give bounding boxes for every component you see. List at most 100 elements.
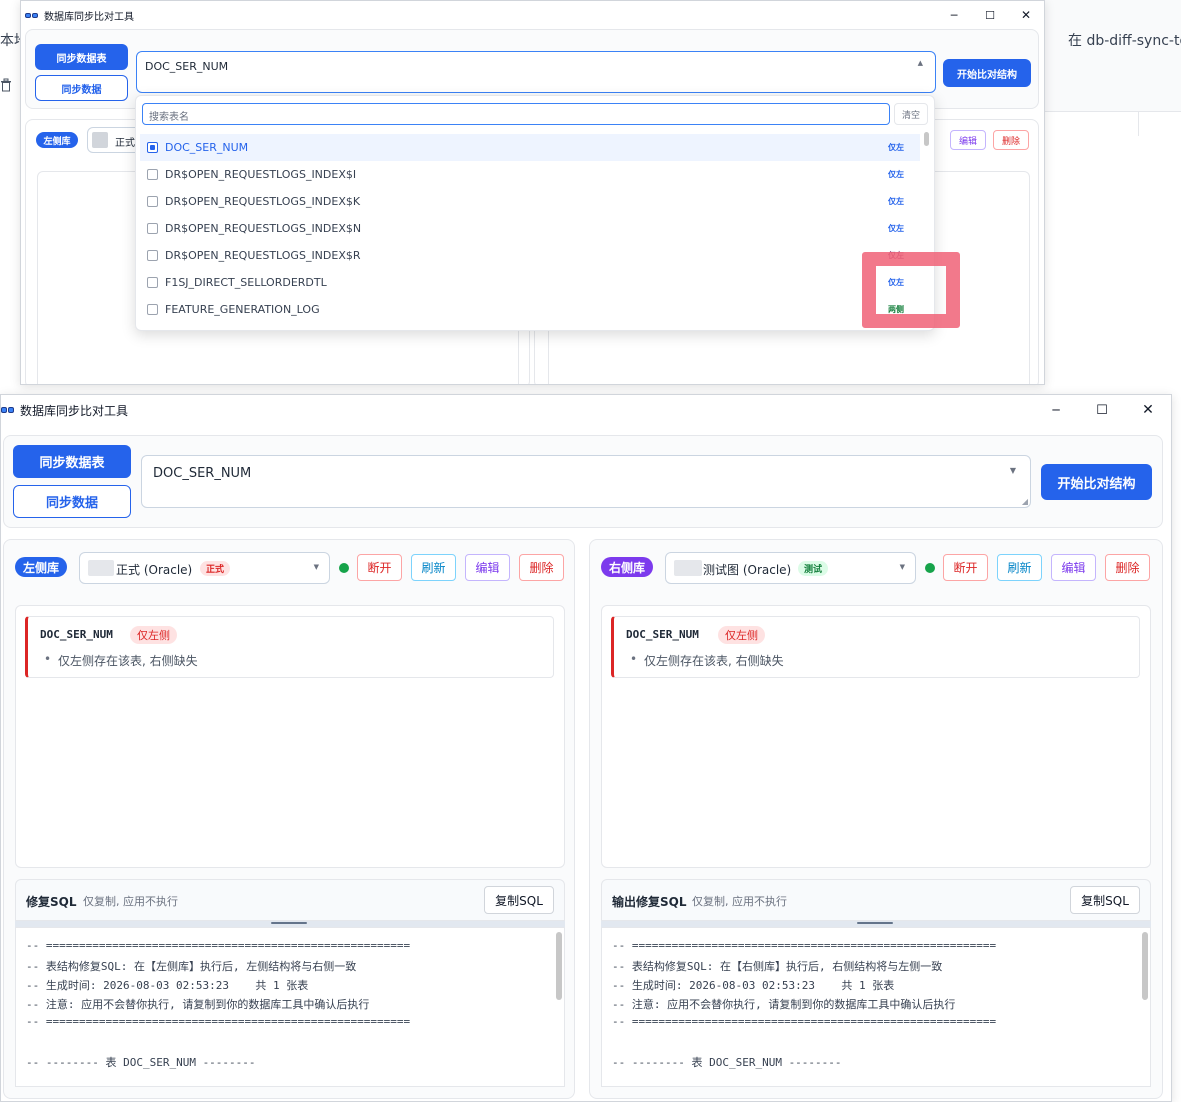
sync-data-button[interactable]: 同步数据 <box>35 75 128 101</box>
chevron-down-icon: ▼ <box>899 563 905 571</box>
left-db-pill: 左侧库 <box>36 132 78 148</box>
clear-button[interactable]: 清空 <box>894 103 928 125</box>
maximize-button[interactable]: ☐ <box>1079 395 1125 425</box>
trash-icon[interactable] <box>0 78 12 96</box>
diff-note: 仅左侧存在该表, 右侧缺失 <box>58 654 198 668</box>
bullet-icon: • <box>630 652 638 666</box>
disconnect-button[interactable]: 断开 <box>943 554 988 581</box>
table-option[interactable]: DR$OPEN_REQUESTLOGS_INDEX$I 仅左 <box>140 161 920 188</box>
sql-line: -- =====================================… <box>26 939 411 952</box>
window-main: 数据库同步比对工具 ─ ☐ ✕ 同步数据表 同步数据 DOC_SER_NUM ▼… <box>0 394 1172 1102</box>
minimize-button[interactable]: ─ <box>936 1 972 29</box>
sql-line: -- 表结构修复SQL: 在【右侧库】执行后, 右侧结构将与左侧一致 <box>612 960 943 973</box>
table-option-name: DR$OPEN_REQUESTLOGS_INDEX$I <box>165 168 357 181</box>
table-option-tag: 仅左 <box>888 143 904 152</box>
table-option[interactable]: FEATURE_GENERATION_LOG 两侧 <box>140 296 920 323</box>
delete-button[interactable]: 删除 <box>519 554 564 581</box>
delete-button[interactable]: 删除 <box>1105 554 1150 581</box>
app-logo-icon <box>25 12 38 18</box>
edit-button[interactable]: 编辑 <box>950 130 986 150</box>
sql-line: -- -------- 表 DOC_SER_NUM -------- <box>26 1056 256 1069</box>
table-option-name: DOC_SER_NUM <box>165 141 249 154</box>
table-select[interactable]: DOC_SER_NUM ▼ ◢ <box>141 455 1031 508</box>
diff-item[interactable]: DOC_SER_NUM 仅左侧 • 仅左侧存在该表, 右侧缺失 <box>25 616 554 678</box>
sql-line: -- 注意: 应用不会替你执行, 请复制到你的数据库工具中确认后执行 <box>612 998 956 1011</box>
delete-button[interactable]: 删除 <box>993 130 1029 150</box>
left-db-pill: 左侧库 <box>15 557 67 577</box>
sql-header: 输出修复SQL 仅复制, 应用不执行 复制SQL <box>601 879 1151 921</box>
compare-button[interactable]: 开始比对结构 <box>943 59 1031 87</box>
minimize-button[interactable]: ─ <box>1033 395 1079 425</box>
close-button[interactable]: ✕ <box>1008 1 1044 29</box>
diff-badge: 仅左侧 <box>130 626 177 644</box>
edit-button[interactable]: 编辑 <box>1051 554 1096 581</box>
refresh-button[interactable]: 刷新 <box>411 554 456 581</box>
sql-line: -- 注意: 应用不会替你执行, 请复制到你的数据库工具中确认后执行 <box>26 998 370 1011</box>
checkbox-icon[interactable] <box>147 196 158 207</box>
table-dropdown: 搜索表名 清空 DOC_SER_NUM 仅左 DR$OPEN_REQUESTLO… <box>135 95 935 331</box>
right-db-name: 测试图 (Oracle) <box>703 563 792 577</box>
table-select-value: DOC_SER_NUM <box>145 60 229 73</box>
table-select[interactable]: DOC_SER_NUM ▲ <box>136 51 936 93</box>
sync-data-button[interactable]: 同步数据 <box>13 485 131 518</box>
close-button[interactable]: ✕ <box>1125 395 1171 425</box>
checkbox-icon[interactable] <box>147 169 158 180</box>
refresh-button[interactable]: 刷新 <box>997 554 1042 581</box>
table-option[interactable]: DR$OPEN_REQUESTLOGS_INDEX$K 仅左 <box>140 188 920 215</box>
table-option[interactable]: F1SJ_DIRECT_SELLORDERDTL 仅左 <box>140 269 920 296</box>
scrollbar-thumb[interactable] <box>556 932 562 1000</box>
table-option-tag: 仅左 <box>888 170 904 179</box>
sync-table-button[interactable]: 同步数据表 <box>35 44 128 70</box>
left-db-select[interactable]: 正式 (Oracle) 正式 ▼ <box>79 552 330 584</box>
table-option-name: FEATURE_GENERATION_LOG <box>165 303 320 316</box>
connection-status-dot <box>925 563 935 573</box>
compare-button[interactable]: 开始比对结构 <box>1041 464 1152 500</box>
checkbox-icon[interactable] <box>147 142 158 153</box>
left-db-name: 正式 <box>115 138 135 149</box>
app-logo-icon <box>1 407 14 413</box>
connection-status-dot <box>339 563 349 573</box>
checkbox-icon[interactable] <box>147 223 158 234</box>
title-bar: 数据库同步比对工具 <box>21 1 1044 29</box>
disconnect-button[interactable]: 断开 <box>357 554 402 581</box>
diff-table-name: DOC_SER_NUM <box>626 628 699 641</box>
annotation-highlight-box <box>862 252 960 328</box>
copy-sql-button[interactable]: 复制SQL <box>1070 886 1140 914</box>
diff-note: 仅左侧存在该表, 右侧缺失 <box>644 654 784 668</box>
right-db-select[interactable]: 测试图 (Oracle) 测试 ▼ <box>665 552 916 584</box>
table-option-tag: 仅左 <box>888 197 904 206</box>
background-divider <box>1138 112 1139 136</box>
sql-line: -- =====================================… <box>612 1015 997 1028</box>
table-option[interactable]: DR$OPEN_REQUESTLOGS_INDEX$R 仅左 <box>140 242 920 269</box>
chevron-up-icon: ▲ <box>917 59 923 67</box>
table-option[interactable]: DR$OPEN_REQUESTLOGS_INDEX$N 仅左 <box>140 215 920 242</box>
diff-item[interactable]: DOC_SER_NUM 仅左侧 • 仅左侧存在该表, 右侧缺失 <box>611 616 1140 678</box>
diff-badge: 仅左侧 <box>718 626 765 644</box>
scrollbar-thumb[interactable] <box>1142 932 1148 1000</box>
window-title: 数据库同步比对工具 <box>20 403 129 418</box>
maximize-button[interactable]: ☐ <box>972 1 1008 29</box>
dropdown-scrollbar[interactable] <box>924 132 929 146</box>
checkbox-icon[interactable] <box>147 304 158 315</box>
sql-header: 修复SQL 仅复制, 应用不执行 复制SQL <box>15 879 565 921</box>
sql-output-right[interactable]: -- =====================================… <box>601 927 1151 1087</box>
blurred-avatar <box>88 560 114 576</box>
right-db-pill: 右侧库 <box>601 557 653 577</box>
sql-line: -- 表结构修复SQL: 在【左侧库】执行后, 左侧结构将与右侧一致 <box>26 960 357 973</box>
sql-title: 修复SQL <box>26 895 77 909</box>
table-option-name: DR$OPEN_REQUESTLOGS_INDEX$N <box>165 222 362 235</box>
edit-button[interactable]: 编辑 <box>465 554 510 581</box>
sync-table-button[interactable]: 同步数据表 <box>13 445 131 478</box>
blurred-avatar <box>674 560 702 576</box>
copy-sql-button[interactable]: 复制SQL <box>484 886 554 914</box>
sql-output-left[interactable]: -- =====================================… <box>15 927 565 1087</box>
table-option[interactable]: DOC_SER_NUM 仅左 <box>140 134 920 161</box>
checkbox-icon[interactable] <box>147 250 158 261</box>
chevron-down-icon: ▼ <box>313 563 319 571</box>
chevron-down-icon: ▼ <box>1009 466 1016 475</box>
table-search-input[interactable]: 搜索表名 <box>142 103 890 125</box>
resize-handle-icon[interactable]: ◢ <box>1022 497 1028 506</box>
checkbox-icon[interactable] <box>147 277 158 288</box>
right-db-badge: 测试 <box>798 561 829 576</box>
diff-table-name: DOC_SER_NUM <box>40 628 113 641</box>
